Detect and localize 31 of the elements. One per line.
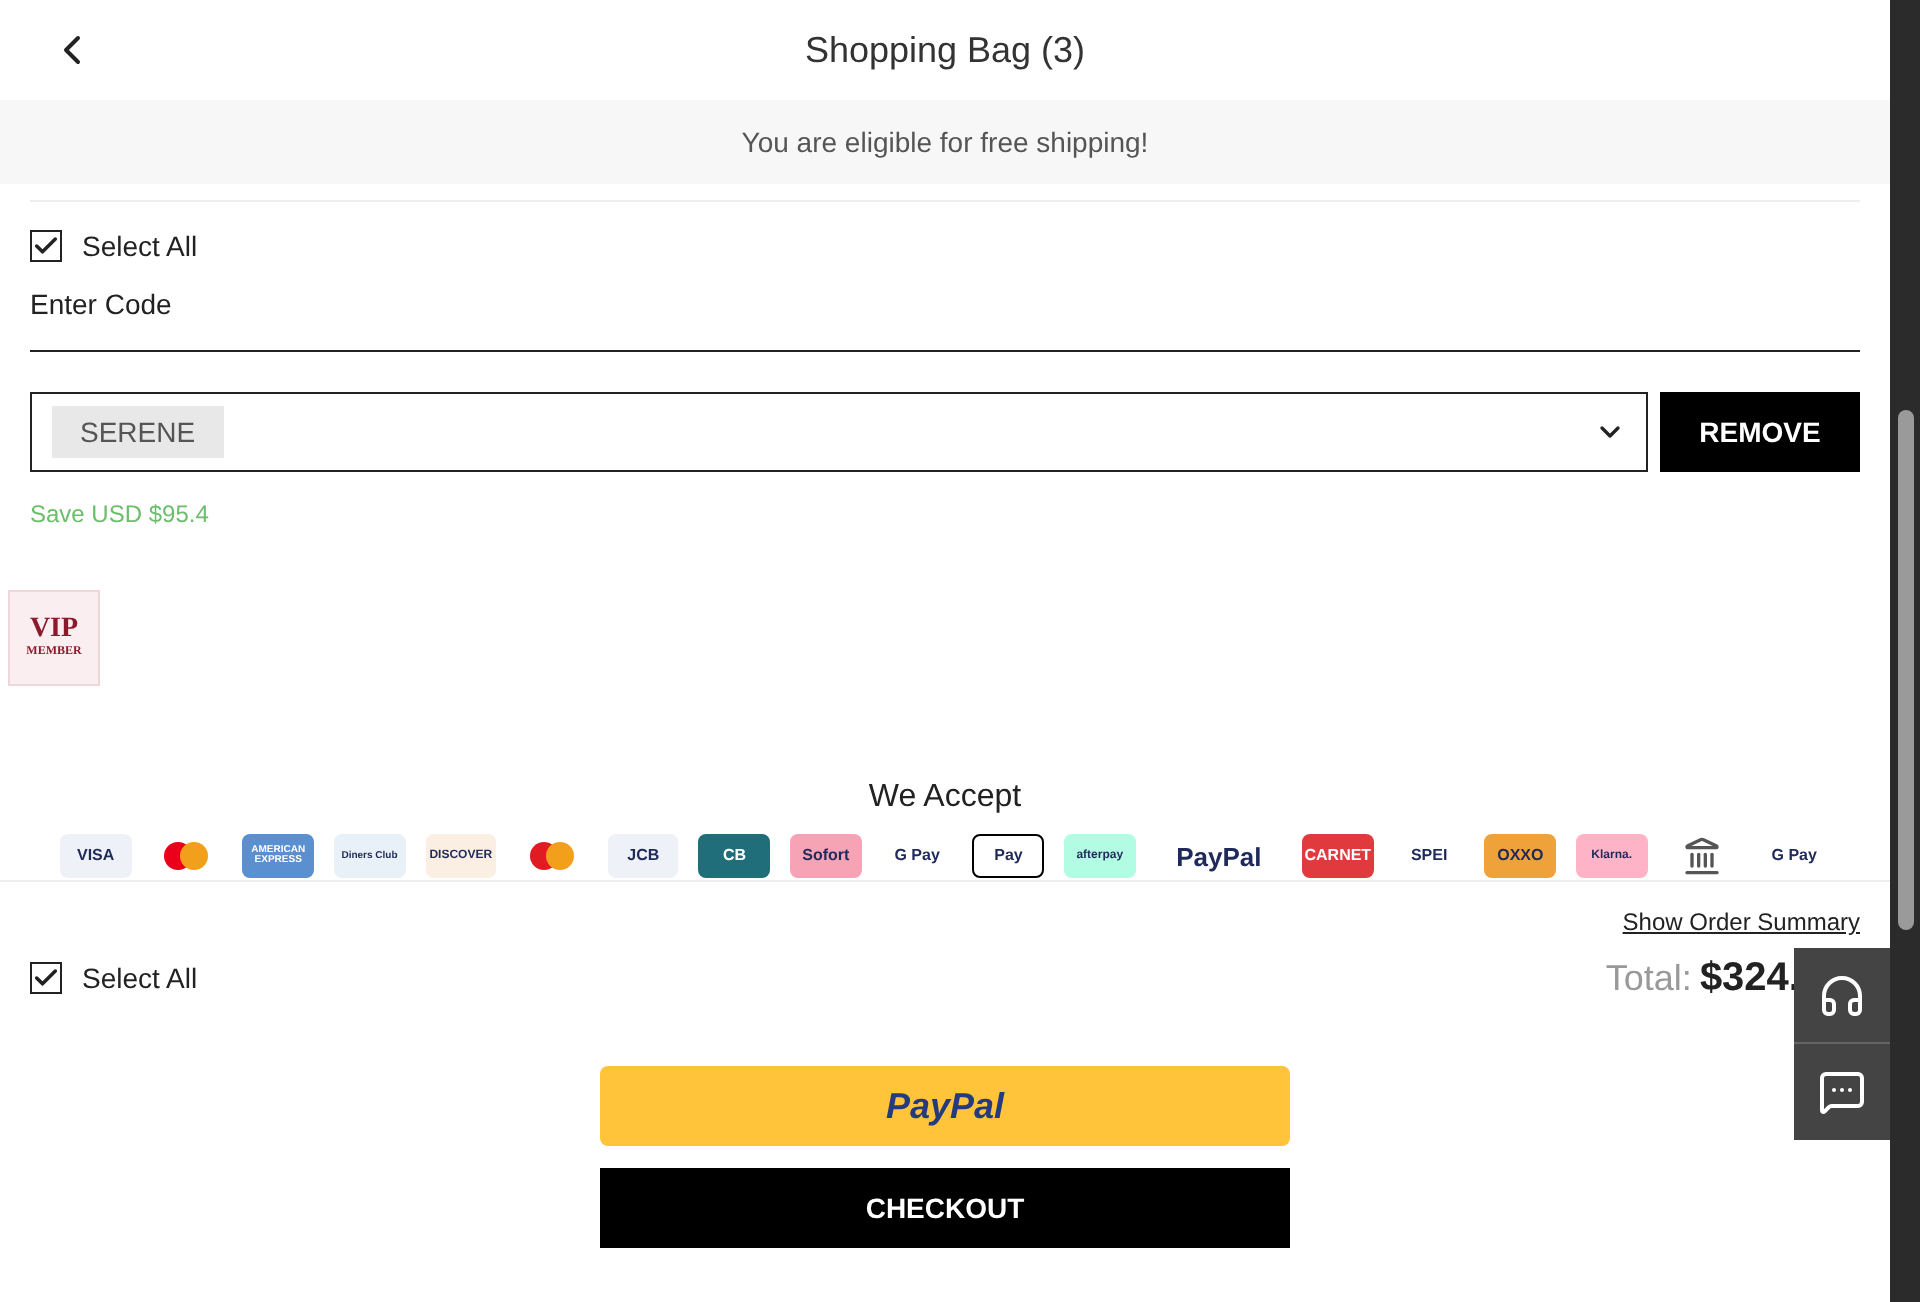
enter-code-label: Enter Code: [30, 284, 1860, 352]
paypal-button[interactable]: PayPal: [600, 1066, 1290, 1146]
bank-building-icon: [1682, 836, 1723, 876]
scrollbar[interactable]: [1890, 0, 1920, 1302]
checkbox[interactable]: [30, 962, 62, 994]
payment-logo: Pay: [972, 834, 1045, 878]
savings-text: Save USD $95.4: [30, 498, 211, 530]
payment-logo: OXXO: [1484, 834, 1557, 878]
remove-button[interactable]: REMOVE: [1660, 392, 1860, 472]
headset-icon: [1818, 971, 1866, 1019]
free-shipping-banner: You are eligible for free shipping!: [0, 100, 1890, 184]
select-all-label: Select All: [82, 228, 198, 266]
payment-logo: VISA: [60, 834, 132, 878]
chat-icon: [1818, 1068, 1866, 1116]
show-order-summary-link[interactable]: Show Order Summary: [1622, 906, 1860, 938]
total-label: Total:: [1605, 956, 1692, 1002]
page-title: Shopping Bag (3): [804, 28, 1086, 74]
coupon-field[interactable]: SERENE: [30, 392, 1648, 472]
checkbox[interactable]: [30, 230, 62, 262]
check-icon: [32, 964, 60, 992]
select-all-label: Select All: [82, 960, 198, 998]
coupon-tag: SERENE: [52, 406, 224, 458]
payment-logo: JCB: [607, 834, 679, 878]
vip-title: VIP: [29, 615, 79, 643]
payment-logo: CARNET: [1302, 834, 1374, 878]
payment-logo: Sofort: [790, 834, 862, 878]
payment-logo: CB: [698, 834, 771, 878]
check-icon: [32, 232, 60, 260]
total-amount: $324.: [1699, 954, 1800, 1004]
we-accept-title: We Accept: [866, 778, 1024, 818]
checkout-button[interactable]: CHECKOUT: [600, 1168, 1290, 1248]
